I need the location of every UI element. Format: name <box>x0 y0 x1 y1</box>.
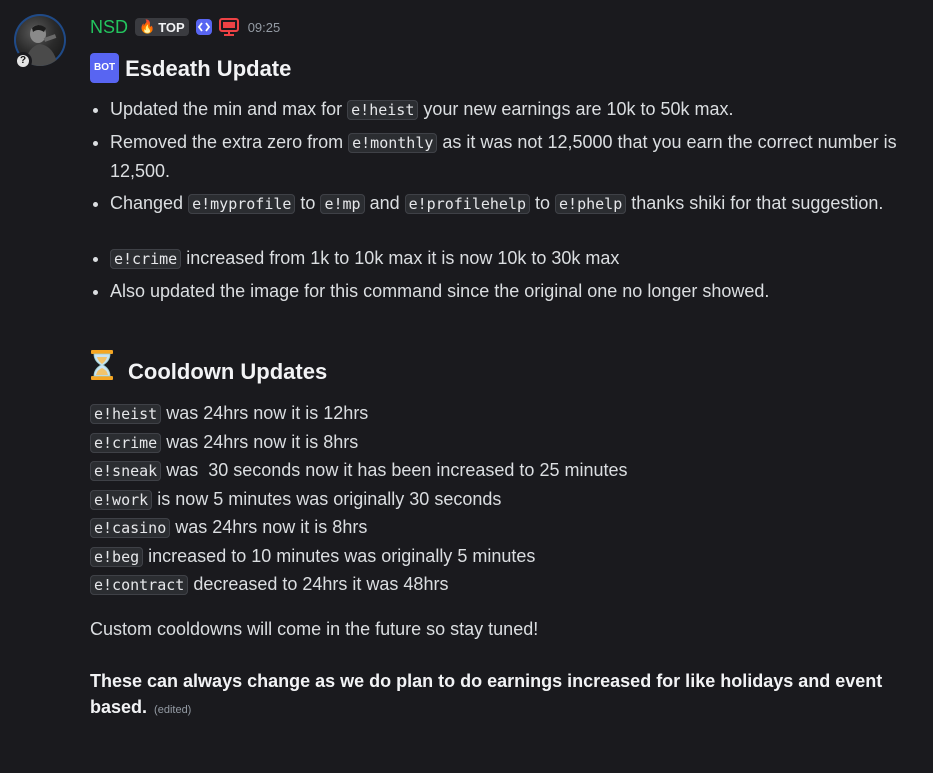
command-code: e!work <box>90 489 153 510</box>
cooldown-row: e!beg increased to 10 minutes was origin… <box>90 543 920 572</box>
code-badge-icon[interactable] <box>194 17 214 37</box>
list-item: Also updated the image for this command … <box>110 277 920 305</box>
command-code: e!myprofile <box>188 194 296 215</box>
flame-icon: 🔥 <box>139 19 156 34</box>
command-code: e!crime <box>90 432 162 453</box>
command-code: e!profilehelp <box>404 194 531 215</box>
cooldown-row: e!sneak was 30 seconds now it has been i… <box>90 457 920 486</box>
cooldown-row: e!heist was 24hrs now it is 12hrs <box>90 400 920 429</box>
list-item: Removed the extra zero from e!monthly as… <box>110 128 920 185</box>
cooldown-list: e!heist was 24hrs now it is 12hrs e!crim… <box>90 400 920 600</box>
update-list-1: Updated the min and max for e!heist your… <box>90 95 920 218</box>
message-header: NSD 🔥 TOP 09:25 <box>90 14 280 40</box>
cooldown-row: e!crime was 24hrs now it is 8hrs <box>90 429 920 458</box>
command-code: e!mp <box>320 194 365 215</box>
future-note: Custom cooldowns will come in the future… <box>90 618 539 639</box>
command-code: e!sneak <box>90 461 162 482</box>
cooldown-title: Cooldown Updates <box>128 358 328 384</box>
list-item: Changed e!myprofile to e!mp and e!profil… <box>110 189 920 218</box>
list-item: e!crime increased from 1k to 10k max it … <box>110 244 920 273</box>
guild-tag[interactable]: 🔥 TOP <box>135 18 189 36</box>
command-code: e!crime <box>110 249 182 270</box>
command-code: e!monthly <box>348 133 438 154</box>
command-code: e!casino <box>90 518 171 539</box>
update-list-2: e!crime increased from 1k to 10k max it … <box>90 244 920 305</box>
bot-badge: BOT <box>90 53 120 84</box>
chat-message: ? NSD 🔥 TOP 09:25 BOT Esdeath Update • U… <box>0 0 933 773</box>
post-title: BOT Esdeath Update <box>90 53 920 85</box>
monitor-icon[interactable] <box>218 17 239 37</box>
disclaimer-note: These can always change as we do plan to… <box>90 670 883 717</box>
command-code: e!contract <box>90 575 189 596</box>
hourglass-icon <box>90 349 114 394</box>
cooldown-heading: Cooldown Updates <box>90 349 920 394</box>
command-code: e!phelp <box>555 194 627 215</box>
list-item: Updated the min and max for e!heist your… <box>110 95 920 124</box>
status-badge: ? <box>14 52 32 70</box>
edited-label[interactable]: (edited) <box>154 704 191 716</box>
cooldown-row: e!work is now 5 minutes was originally 3… <box>90 486 920 515</box>
cooldown-row: e!contract decreased to 24hrs it was 48h… <box>90 571 920 600</box>
command-code: e!heist <box>347 100 419 121</box>
avatar[interactable]: ? <box>14 14 66 70</box>
guild-tag-label: TOP <box>158 19 185 35</box>
cooldown-row: e!casino was 24hrs now it is 8hrs <box>90 514 920 543</box>
timestamp[interactable]: 09:25 <box>248 20 281 35</box>
username[interactable]: NSD <box>90 17 128 38</box>
post-title-text: Esdeath Update <box>125 56 292 81</box>
command-code: e!heist <box>90 404 162 425</box>
command-code: e!beg <box>90 546 144 567</box>
message-content: BOTEsdeath Update Updated the min and ma… <box>90 50 920 723</box>
